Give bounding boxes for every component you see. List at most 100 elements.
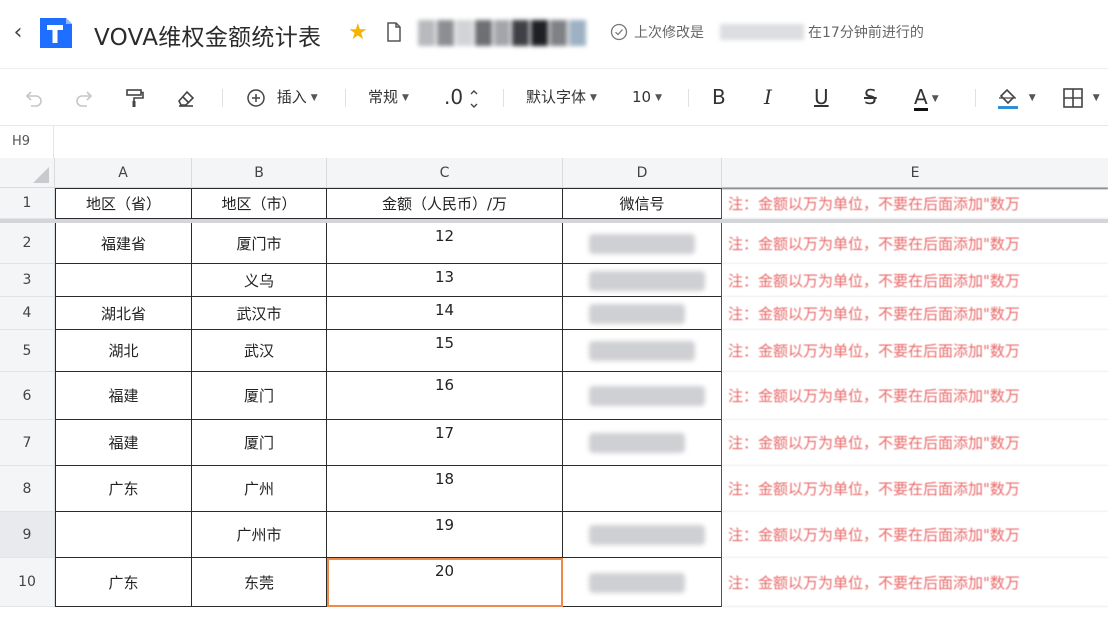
font-color-button[interactable]: A ▼ bbox=[914, 83, 939, 111]
row-header[interactable]: 1 bbox=[0, 188, 55, 219]
title-bar: ‹ VOVA维权金额统计表 ★ 上次修改是 在17分钟前进行的 bbox=[0, 0, 1108, 69]
column-header-a[interactable]: A bbox=[55, 158, 192, 188]
cell-e[interactable]: 注：金额以万为单位，不要在后面添加"数万 bbox=[722, 372, 1108, 420]
cell-e[interactable]: 注：金额以万为单位，不要在后面添加"数万 bbox=[722, 223, 1108, 264]
back-icon[interactable]: ‹ bbox=[8, 20, 28, 46]
cell-b[interactable]: 厦门市 bbox=[192, 223, 327, 264]
column-header-c[interactable]: C bbox=[327, 158, 563, 188]
cell-c[interactable]: 12 bbox=[327, 223, 563, 264]
cell-d[interactable] bbox=[563, 420, 722, 466]
cell-d[interactable] bbox=[563, 330, 722, 372]
obscured-wechat-id bbox=[589, 303, 685, 324]
row-header[interactable]: 7 bbox=[0, 420, 55, 466]
toolbar: 插入 ▼ 常规 ▼ .0 默认字体 ▼ 10 ▼ B I U S A ▼ ▼ ▼ bbox=[0, 69, 1108, 126]
insert-menu[interactable]: 插入 ▼ bbox=[246, 83, 318, 111]
cell-b[interactable]: 义乌 bbox=[192, 264, 327, 297]
cell-b[interactable]: 东莞 bbox=[192, 558, 327, 607]
cell-b[interactable]: 厦门 bbox=[192, 420, 327, 466]
cell-reference-box[interactable]: H9 bbox=[0, 126, 54, 158]
cell-b[interactable]: 广州 bbox=[192, 466, 327, 512]
cell-d[interactable] bbox=[563, 372, 722, 420]
redo-icon[interactable] bbox=[74, 83, 96, 111]
stepper-icon bbox=[470, 89, 478, 108]
font-family-select[interactable]: 默认字体 ▼ bbox=[526, 83, 597, 111]
underline-button[interactable]: U bbox=[814, 83, 829, 111]
borders-button[interactable]: ▼ bbox=[1062, 83, 1100, 111]
cell-a[interactable]: 福建 bbox=[55, 372, 192, 420]
last-modified-label: 上次修改是 bbox=[634, 25, 704, 41]
cell-b[interactable]: 武汉市 bbox=[192, 297, 327, 330]
cell-c[interactable]: 15 bbox=[327, 330, 563, 372]
file-icon[interactable] bbox=[386, 22, 402, 42]
header-cell-c[interactable]: 金额（人民币）/万 bbox=[327, 188, 563, 219]
row-header[interactable]: 6 bbox=[0, 372, 55, 420]
font-color-icon: A bbox=[914, 85, 928, 111]
chevron-down-icon: ▼ bbox=[402, 92, 409, 103]
row-header[interactable]: 10 bbox=[0, 558, 55, 607]
cell-e[interactable]: 注：金额以万为单位，不要在后面添加"数万 bbox=[722, 558, 1108, 607]
column-header-e[interactable]: E bbox=[722, 158, 1108, 188]
cell-c[interactable]: 16 bbox=[327, 372, 563, 420]
cell-a[interactable] bbox=[55, 264, 192, 297]
cell-c[interactable]: 17 bbox=[327, 420, 563, 466]
cell-e[interactable]: 注：金额以万为单位，不要在后面添加"数万 bbox=[722, 420, 1108, 466]
frozen-row-divider[interactable] bbox=[0, 219, 1108, 223]
cell-a[interactable]: 广东 bbox=[55, 558, 192, 607]
cell-c[interactable]: 20 bbox=[327, 558, 563, 607]
cell-b[interactable]: 武汉 bbox=[192, 330, 327, 372]
row-header[interactable]: 8 bbox=[0, 466, 55, 512]
select-all-corner[interactable] bbox=[0, 158, 55, 188]
cell-e[interactable]: 注：金额以万为单位，不要在后面添加"数万 bbox=[722, 264, 1108, 297]
header-cell-d[interactable]: 微信号 bbox=[563, 188, 722, 219]
cell-c[interactable]: 13 bbox=[327, 264, 563, 297]
row-header[interactable]: 9 bbox=[0, 512, 55, 558]
cell-a[interactable]: 广东 bbox=[55, 466, 192, 512]
star-icon[interactable]: ★ bbox=[348, 20, 368, 45]
number-format-menu[interactable]: 常规 ▼ bbox=[368, 83, 409, 111]
cell-e[interactable]: 注：金额以万为单位，不要在后面添加"数万 bbox=[722, 297, 1108, 330]
obscured-editor-name bbox=[720, 24, 804, 40]
row-header[interactable]: 4 bbox=[0, 297, 55, 330]
cell-b[interactable]: 广州市 bbox=[192, 512, 327, 558]
format-painter-icon[interactable] bbox=[124, 83, 146, 111]
cell-e[interactable]: 注：金额以万为单位，不要在后面添加"数万 bbox=[722, 330, 1108, 372]
cell-e[interactable]: 注：金额以万为单位，不要在后面添加"数万 bbox=[722, 466, 1108, 512]
chevron-down-icon: ▼ bbox=[655, 92, 663, 103]
row-header[interactable]: 3 bbox=[0, 264, 55, 297]
header-cell-e[interactable]: 注：金额以万为单位，不要在后面添加"数万 bbox=[722, 188, 1108, 219]
header-cell-a[interactable]: 地区（省） bbox=[55, 188, 192, 219]
font-size-label: 10 bbox=[632, 88, 652, 106]
bold-button[interactable]: B bbox=[712, 83, 726, 111]
italic-icon: I bbox=[764, 85, 772, 109]
cell-c[interactable]: 14 bbox=[327, 297, 563, 330]
document-title[interactable]: VOVA维权金额统计表 bbox=[94, 18, 321, 52]
fill-color-button[interactable]: ▼ bbox=[996, 83, 1036, 111]
cell-a[interactable]: 福建省 bbox=[55, 223, 192, 264]
cell-d[interactable] bbox=[563, 466, 722, 512]
cell-a[interactable]: 湖北省 bbox=[55, 297, 192, 330]
cell-d[interactable] bbox=[563, 558, 722, 607]
cell-b[interactable]: 厦门 bbox=[192, 372, 327, 420]
header-cell-b[interactable]: 地区（市） bbox=[192, 188, 327, 219]
undo-icon[interactable] bbox=[22, 83, 44, 111]
row-header[interactable]: 5 bbox=[0, 330, 55, 372]
column-header-d[interactable]: D bbox=[563, 158, 722, 188]
eraser-icon[interactable] bbox=[175, 83, 197, 111]
saved-check-icon bbox=[610, 23, 628, 41]
cell-d[interactable] bbox=[563, 512, 722, 558]
cell-a[interactable] bbox=[55, 512, 192, 558]
cell-d[interactable] bbox=[563, 223, 722, 264]
cell-e[interactable]: 注：金额以万为单位，不要在后面添加"数万 bbox=[722, 512, 1108, 558]
column-header-b[interactable]: B bbox=[192, 158, 327, 188]
cell-d[interactable] bbox=[563, 297, 722, 330]
cell-c[interactable]: 19 bbox=[327, 512, 563, 558]
italic-button[interactable]: I bbox=[764, 83, 772, 111]
font-size-select[interactable]: 10 ▼ bbox=[632, 83, 662, 111]
cell-c[interactable]: 18 bbox=[327, 466, 563, 512]
cell-d[interactable] bbox=[563, 264, 722, 297]
cell-a[interactable]: 湖北 bbox=[55, 330, 192, 372]
strikethrough-button[interactable]: S bbox=[864, 83, 877, 111]
row-header[interactable]: 2 bbox=[0, 223, 55, 264]
cell-a[interactable]: 福建 bbox=[55, 420, 192, 466]
decimal-places-button[interactable]: .0 bbox=[444, 83, 479, 111]
